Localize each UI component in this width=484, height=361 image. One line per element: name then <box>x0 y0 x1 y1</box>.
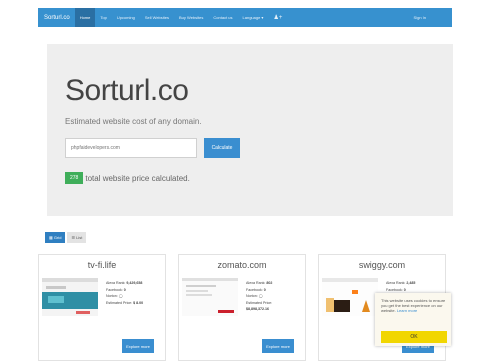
card-domain[interactable]: swiggy.com <box>319 260 445 270</box>
card-domain[interactable]: tv-fi.life <box>39 260 165 270</box>
top-navbar: Sorturl.co Home Top Upcoming Sell Websit… <box>38 8 452 27</box>
view-toggle: ▦ Grid ☰ List <box>45 232 87 243</box>
learn-more-link[interactable]: Learn more <box>397 308 417 313</box>
nav-language-dropdown[interactable]: Language ▾ <box>238 8 269 27</box>
website-thumbnail[interactable] <box>322 278 378 316</box>
norton-icon: ◯ <box>118 294 123 299</box>
explore-more-button[interactable]: Explore more <box>122 339 154 353</box>
nav-upcoming[interactable]: Upcoming <box>112 8 140 27</box>
card-stats: Alexa Rank: 9,429,658 Facebook: 0 Norton… <box>106 281 144 305</box>
calculate-button[interactable]: Calculate <box>204 138 240 158</box>
grid-view-button[interactable]: ▦ Grid <box>45 232 66 243</box>
nav-buy-websites[interactable]: Buy Websites <box>174 8 208 27</box>
nav-sell-websites[interactable]: Sell Websites <box>140 8 174 27</box>
count-text: total website price calculated. <box>85 173 190 183</box>
list-view-button[interactable]: ☰ List <box>67 232 87 243</box>
nav-top[interactable]: Top <box>95 8 111 27</box>
hero-title: Sorturl.co <box>65 74 189 107</box>
hero-subtitle: Estimated website cost of any domain. <box>65 117 202 126</box>
cookie-consent-banner: This website uses cookies to ensure you … <box>375 293 451 346</box>
website-thumbnail[interactable] <box>42 278 98 316</box>
domain-search-input[interactable] <box>65 138 197 158</box>
card-stats: Alexa Rank: 802 Facebook: 0 Norton: ◯ Es… <box>246 281 273 312</box>
hero-panel: Sorturl.co Estimated website cost of any… <box>47 44 453 216</box>
explore-more-button[interactable]: Explore more <box>262 339 294 353</box>
card-stats: Alexa Rank: 2,485 Facebook: 0 <box>386 281 416 292</box>
nav-contact-us[interactable]: Contact us <box>208 8 237 27</box>
calculated-count: 278 total website price calculated. <box>65 172 190 184</box>
nav-home[interactable]: Home <box>74 8 96 27</box>
cookie-message: This website uses cookies to ensure you … <box>381 298 446 313</box>
website-card: zomato.com Alexa Rank: 802 Facebook: 0 N… <box>178 254 306 361</box>
count-badge: 278 <box>65 172 84 184</box>
sign-in-link[interactable]: Sign In <box>409 8 452 27</box>
website-thumbnail[interactable] <box>182 278 238 316</box>
norton-icon: ◯ <box>258 294 263 299</box>
card-domain[interactable]: zomato.com <box>179 260 305 270</box>
user-add-icon[interactable]: ♟+ <box>268 8 287 27</box>
cookie-ok-button[interactable]: OK <box>381 331 447 343</box>
brand-logo[interactable]: Sorturl.co <box>38 15 75 21</box>
website-card: tv-fi.life Alexa Rank: 9,429,658 Faceboo… <box>38 254 166 361</box>
